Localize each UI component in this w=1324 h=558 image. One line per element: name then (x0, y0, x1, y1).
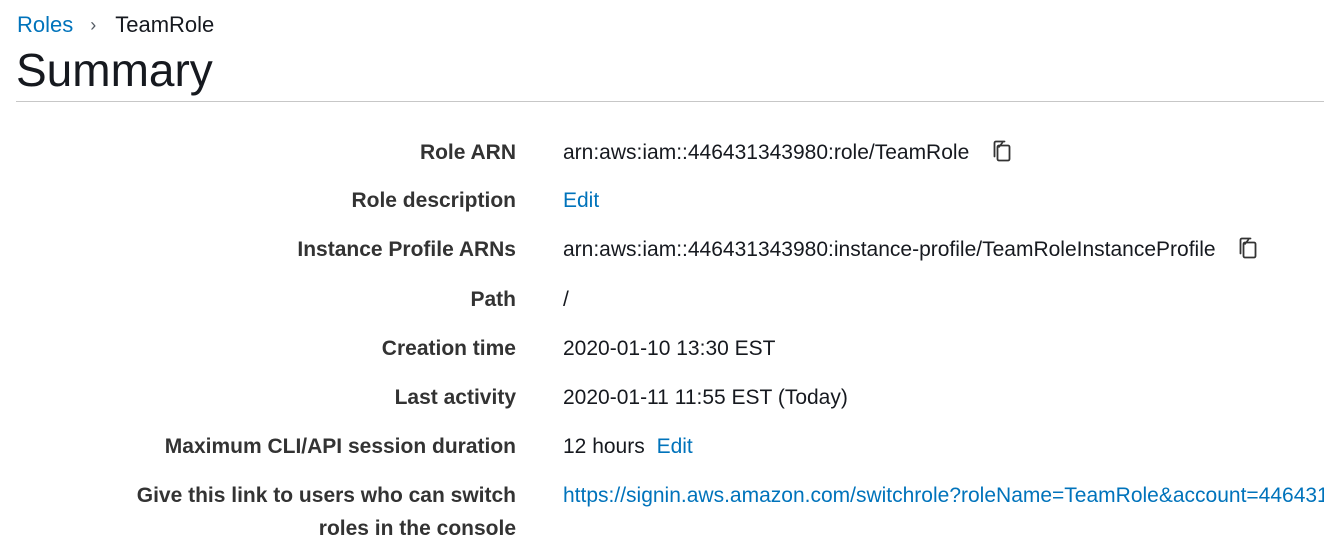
max-session-duration-value-container: 12 hours Edit (563, 430, 693, 463)
switch-role-url-link[interactable]: https://signin.aws.amazon.com/switchrole… (563, 484, 1324, 507)
role-description-value-container: Edit (563, 184, 599, 217)
page-title: Summary (16, 44, 213, 96)
instance-profile-arns-value: arn:aws:iam::446431343980:instance-profi… (563, 238, 1216, 261)
copy-icon[interactable] (1235, 235, 1261, 261)
creation-time-label: Creation time (381, 337, 516, 360)
instance-profile-arns-label: Instance Profile ARNs (297, 238, 516, 261)
switch-role-url-container: https://signin.aws.amazon.com/switchrole… (563, 479, 1324, 512)
instance-profile-arns-value-container: arn:aws:iam::446431343980:instance-profi… (563, 233, 1261, 266)
edit-role-description-link[interactable]: Edit (563, 189, 599, 212)
switch-role-label: Give this link to users who can switch r… (16, 479, 516, 545)
chevron-right-icon: › (90, 15, 97, 35)
path-label: Path (470, 288, 516, 311)
last-activity-label: Last activity (394, 386, 516, 409)
role-arn-label: Role ARN (419, 141, 516, 164)
breadcrumb-current: TeamRole (115, 12, 215, 37)
max-session-duration-label: Maximum CLI/API session duration (164, 435, 516, 458)
breadcrumb-roles-link[interactable]: Roles (17, 12, 73, 38)
edit-session-duration-link[interactable]: Edit (657, 435, 693, 458)
creation-time-value: 2020-01-10 13:30 EST (563, 337, 776, 360)
role-summary-page: Roles › TeamRole Summary Role ARN arn:aw… (0, 0, 1324, 558)
max-session-duration-value: 12 hours (563, 435, 645, 458)
role-arn-value-container: arn:aws:iam::446431343980:role/TeamRole (563, 136, 1015, 169)
breadcrumb: Roles › TeamRole (17, 12, 214, 38)
title-divider (16, 101, 1324, 102)
role-arn-value: arn:aws:iam::446431343980:role/TeamRole (563, 141, 970, 164)
path-value: / (563, 288, 569, 311)
copy-icon[interactable] (989, 138, 1015, 164)
switch-role-label-line2: roles in the console (318, 517, 516, 540)
switch-role-label-line1: Give this link to users who can switch (136, 484, 516, 507)
last-activity-value: 2020-01-11 11:55 EST (Today) (563, 386, 848, 409)
role-description-label: Role description (351, 189, 516, 212)
